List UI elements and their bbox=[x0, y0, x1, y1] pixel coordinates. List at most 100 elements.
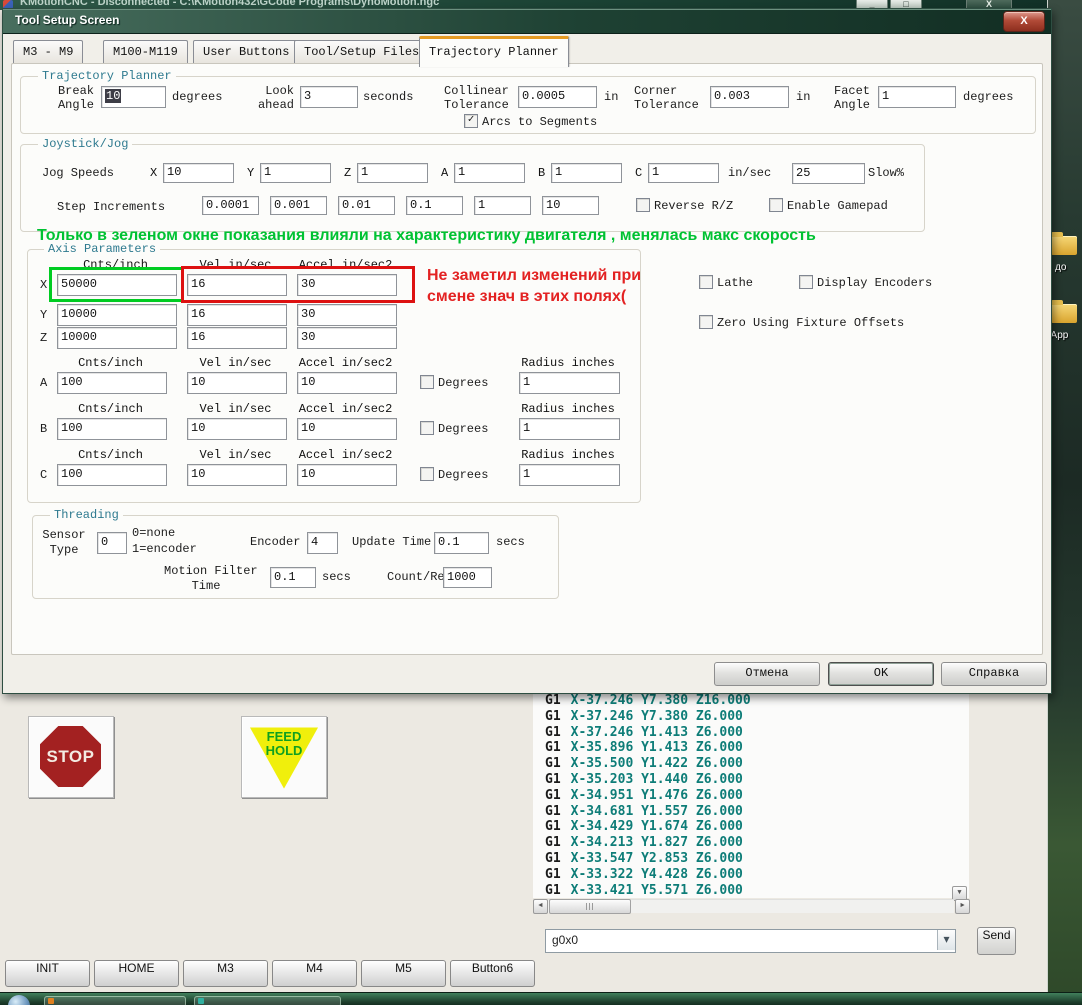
degrees-checkbox[interactable] bbox=[420, 421, 434, 435]
desktop-folder-label[interactable]: до bbox=[1055, 262, 1066, 273]
tab-trajectory-planner[interactable]: Trajectory Planner bbox=[419, 36, 569, 67]
user-button[interactable]: INIT bbox=[5, 960, 90, 987]
step-increment-field[interactable]: 0.01 bbox=[338, 196, 395, 215]
break-angle-label-1: Break bbox=[57, 84, 94, 98]
sensor-type-field[interactable]: 0 bbox=[97, 532, 127, 554]
gcode-list[interactable]: G1 X-37.246 Y7.380 Z16.000 G1 X-37.246 Y7.… bbox=[533, 693, 969, 898]
degrees-checkbox[interactable] bbox=[420, 375, 434, 389]
y-cnts-field[interactable]: 10000 bbox=[57, 304, 177, 326]
enable-gamepad-checkbox[interactable] bbox=[769, 198, 783, 212]
abc-radius-field[interactable]: 1 bbox=[519, 372, 620, 394]
step-increment-field[interactable]: 0.001 bbox=[270, 196, 327, 215]
abc-accel-field[interactable]: 10 bbox=[297, 464, 397, 486]
abc-accel-field[interactable]: 10 bbox=[297, 418, 397, 440]
zero-fixture-offsets-checkbox[interactable] bbox=[699, 315, 713, 329]
tab-user-buttons[interactable]: User Buttons bbox=[193, 40, 300, 64]
user-button[interactable]: M5 bbox=[361, 960, 446, 987]
tab-tool-setup-files[interactable]: Tool/Setup Files bbox=[294, 40, 430, 64]
collinear-tolerance-field[interactable]: 0.0005 bbox=[518, 86, 597, 108]
feed-hold-button[interactable]: FEED HOLD bbox=[241, 716, 327, 798]
dialog-close-icon[interactable]: X bbox=[1003, 11, 1045, 32]
desktop-folder-icon[interactable] bbox=[1051, 300, 1077, 323]
taskbar-item[interactable] bbox=[194, 996, 341, 1005]
abc-cnts-field[interactable]: 100 bbox=[57, 372, 167, 394]
y-vel-field[interactable]: 16 bbox=[187, 304, 287, 326]
vel-header: Vel in/sec bbox=[199, 356, 272, 370]
accel-header: Accel in/sec2 bbox=[298, 356, 393, 370]
taskbar[interactable] bbox=[0, 992, 1082, 1005]
abc-accel-field[interactable]: 10 bbox=[297, 372, 397, 394]
reverse-rz-checkbox[interactable] bbox=[636, 198, 650, 212]
abc-radius-field[interactable]: 1 bbox=[519, 418, 620, 440]
update-time-field[interactable]: 0.1 bbox=[434, 532, 489, 554]
jog-speed-field[interactable]: 1 bbox=[357, 163, 428, 183]
user-button[interactable]: HOME bbox=[94, 960, 179, 987]
encoder-field[interactable]: 4 bbox=[307, 532, 338, 554]
facet-label-2: Angle bbox=[834, 98, 871, 112]
break-angle-label-2: Angle bbox=[57, 98, 94, 112]
jog-in-sec-label: in/sec bbox=[728, 166, 772, 180]
abc-cnts-field[interactable]: 100 bbox=[57, 418, 167, 440]
arcs-to-segments-checkbox[interactable]: ✓ bbox=[464, 114, 478, 128]
stop-button[interactable]: STOP bbox=[28, 716, 114, 798]
abc-cnts-field[interactable]: 100 bbox=[57, 464, 167, 486]
display-encoders-checkbox[interactable] bbox=[799, 275, 813, 289]
look-ahead-field[interactable]: 3 bbox=[300, 86, 358, 108]
break-angle-unit: degrees bbox=[172, 90, 223, 104]
count-rev-field[interactable]: 1000 bbox=[443, 567, 492, 588]
slow-percent-field[interactable]: 25 bbox=[792, 163, 865, 184]
tab-m100-m119[interactable]: M100-M119 bbox=[103, 40, 188, 64]
chevron-down-icon[interactable]: ▾ bbox=[937, 930, 955, 950]
gcode-args: X-34.429 Y1.674 Z6.000 bbox=[570, 819, 743, 835]
desktop-folder-icon[interactable] bbox=[1051, 232, 1077, 255]
jog-speed-field[interactable]: 1 bbox=[551, 163, 622, 183]
gcode-line: G1 X-35.500 Y1.422 Z6.000 bbox=[533, 756, 969, 772]
jog-axis-letter: Z bbox=[344, 166, 352, 180]
abc-radius-field[interactable]: 1 bbox=[519, 464, 620, 486]
jog-speed-field[interactable]: 10 bbox=[163, 163, 234, 183]
z-vel-field[interactable]: 16 bbox=[187, 327, 287, 349]
gcode-command-combobox[interactable]: g0x0 ▾ bbox=[545, 929, 956, 953]
tab-m3-m9[interactable]: M3 - M9 bbox=[13, 40, 84, 64]
abc-vel-field[interactable]: 10 bbox=[187, 418, 287, 440]
help-button[interactable]: Справка bbox=[941, 662, 1047, 686]
gcode-command: G1 bbox=[545, 771, 561, 787]
corner-tolerance-field[interactable]: 0.003 bbox=[710, 86, 789, 108]
start-orb-icon[interactable] bbox=[8, 995, 30, 1005]
jog-speed-field[interactable]: 1 bbox=[648, 163, 719, 183]
send-button[interactable]: Send bbox=[977, 927, 1016, 955]
taskbar-item[interactable] bbox=[44, 996, 186, 1005]
z-accel-field[interactable]: 30 bbox=[297, 327, 397, 349]
step-increment-field[interactable]: 10 bbox=[542, 196, 599, 215]
cancel-button[interactable]: Отмена bbox=[714, 662, 820, 686]
facet-angle-field[interactable]: 1 bbox=[878, 86, 956, 108]
jog-speed-field[interactable]: 1 bbox=[260, 163, 331, 183]
hscroll-right-icon[interactable]: ► bbox=[955, 899, 970, 914]
cnts-inch-header: Cnts/inch bbox=[78, 402, 143, 416]
user-button[interactable]: Button6 bbox=[450, 960, 535, 987]
dialog-titlebar[interactable]: Tool Setup Screen X bbox=[3, 9, 1051, 34]
lathe-checkbox[interactable] bbox=[699, 275, 713, 289]
step-increment-field[interactable]: 1 bbox=[474, 196, 531, 215]
gcode-command: G1 bbox=[545, 708, 561, 724]
ok-button[interactable]: OK bbox=[828, 662, 934, 686]
hscroll-thumb[interactable] bbox=[549, 899, 631, 914]
gcode-line: G1 X-34.429 Y1.674 Z6.000 bbox=[533, 819, 969, 835]
hscroll-left-icon[interactable]: ◄ bbox=[533, 899, 548, 914]
abc-vel-field[interactable]: 10 bbox=[187, 372, 287, 394]
step-increment-field[interactable]: 0.1 bbox=[406, 196, 463, 215]
gcode-command: G1 bbox=[545, 835, 561, 851]
jog-speed-field[interactable]: 1 bbox=[454, 163, 525, 183]
step-increment-field[interactable]: 0.0001 bbox=[202, 196, 259, 215]
y-accel-field[interactable]: 30 bbox=[297, 304, 397, 326]
motion-filter-field[interactable]: 0.1 bbox=[270, 567, 316, 588]
user-button[interactable]: M3 bbox=[183, 960, 268, 987]
break-angle-field[interactable]: 10 bbox=[101, 86, 166, 108]
gcode-line: G1 X-37.246 Y1.413 Z6.000 bbox=[533, 725, 969, 741]
degrees-checkbox[interactable] bbox=[420, 467, 434, 481]
user-button[interactable]: M4 bbox=[272, 960, 357, 987]
z-cnts-field[interactable]: 10000 bbox=[57, 327, 177, 349]
gcode-args: X-33.547 Y2.853 Z6.000 bbox=[570, 850, 743, 866]
abc-vel-field[interactable]: 10 bbox=[187, 464, 287, 486]
command-input[interactable]: g0x0 bbox=[552, 930, 578, 950]
